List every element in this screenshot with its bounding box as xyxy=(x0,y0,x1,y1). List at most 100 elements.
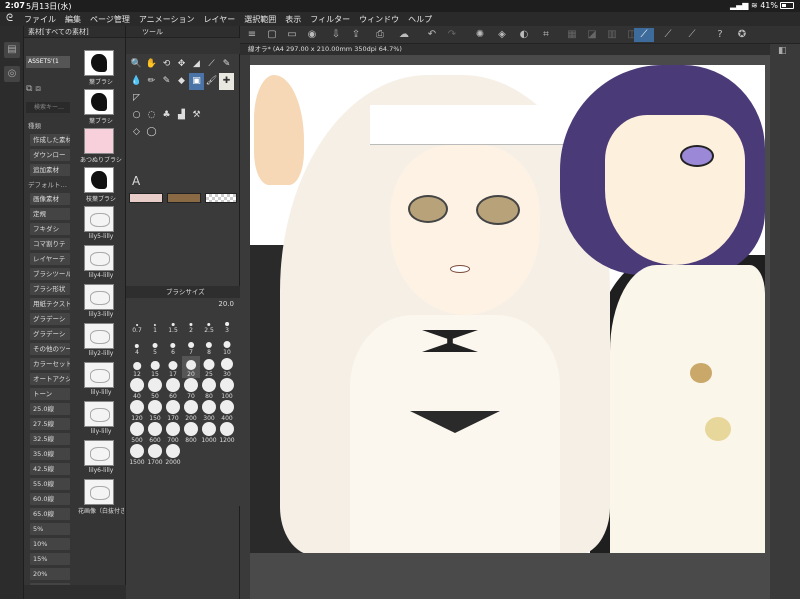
tool-icon[interactable]: ✎ xyxy=(159,73,174,90)
brush-size-option[interactable]: 6 xyxy=(164,334,182,356)
print-icon[interactable]: ⎙ xyxy=(372,28,388,42)
brush-size-option[interactable]: 1000 xyxy=(200,422,218,444)
settings-icon[interactable]: ✺ xyxy=(472,28,488,42)
app-logo-icon[interactable]: ᘓ xyxy=(6,13,13,24)
stabilizer-icon[interactable]: ⟋ xyxy=(634,28,654,42)
brush-size-option[interactable]: 1.5 xyxy=(164,312,182,334)
brush-size-option[interactable]: 600 xyxy=(146,422,164,444)
tool-icon[interactable]: 💧 xyxy=(129,73,144,90)
assets-button[interactable]: ASSETS'(1 xyxy=(26,56,70,68)
canvas-area[interactable]: 線オラ* (A4 297.00 x 210.00mm 350dpi 64.7%) xyxy=(240,44,770,599)
brush-size-option[interactable]: 0.7 xyxy=(128,312,146,334)
brush-size-option[interactable]: 4 xyxy=(128,334,146,356)
tool-icon[interactable] xyxy=(219,107,234,124)
brush-size-option[interactable]: 1200 xyxy=(218,422,236,444)
tool-icon[interactable]: ○ xyxy=(129,107,144,124)
transform-icon[interactable]: ◈ xyxy=(494,28,510,42)
material-list-item[interactable]: 画像素材 xyxy=(30,193,70,205)
sub-color-swatch[interactable] xyxy=(167,193,201,203)
material-thumbnail[interactable]: lily6-lilly xyxy=(78,438,124,477)
material-list-item[interactable]: 追加素材 xyxy=(30,164,70,176)
brush-size-option[interactable]: 1 xyxy=(146,312,164,334)
tool-icon[interactable]: ✏ xyxy=(144,73,159,90)
grid2-icon[interactable]: ◪ xyxy=(584,28,600,42)
brush-size-option[interactable]: 200 xyxy=(182,400,200,422)
material-list-item[interactable]: 25.0線 xyxy=(30,403,70,415)
material-search-input[interactable]: 検索キー… xyxy=(26,102,70,113)
tool-icon[interactable]: ◢ xyxy=(189,56,204,73)
material-list-item[interactable]: カラーセット xyxy=(30,358,70,370)
brush-size-option[interactable]: 30 xyxy=(218,356,236,378)
menu-item-8[interactable]: ウィンドウ xyxy=(359,14,399,25)
brush-size-option[interactable]: 80 xyxy=(200,378,218,400)
material-list-header[interactable]: デフォルト… xyxy=(26,179,72,191)
text-tool-icon[interactable]: A xyxy=(132,174,140,188)
tool-icon[interactable]: ◌ xyxy=(144,107,159,124)
brush-size-option[interactable]: 3 xyxy=(218,312,236,334)
menu-item-3[interactable]: アニメーション xyxy=(139,14,195,25)
undo-icon[interactable]: ↶ xyxy=(424,28,440,42)
brush-size-option[interactable]: 1700 xyxy=(146,444,164,466)
menu-item-5[interactable]: 選択範囲 xyxy=(244,14,276,25)
brush-size-option[interactable]: 800 xyxy=(182,422,200,444)
panel-toggle-icon[interactable]: ▤ xyxy=(4,42,20,58)
material-list-item[interactable]: 10% xyxy=(30,538,70,550)
tool-icon[interactable] xyxy=(189,90,204,107)
menu-icon[interactable]: ≡ xyxy=(244,28,260,42)
tool-icon[interactable]: ◇ xyxy=(129,124,144,141)
brush-size-option[interactable]: 50 xyxy=(146,378,164,400)
menu-item-7[interactable]: フィルター xyxy=(310,14,350,25)
brush-size-option[interactable]: 8 xyxy=(200,334,218,356)
brush-size-option[interactable]: 7 xyxy=(182,334,200,356)
material-thumbnail[interactable]: lily4-lilly xyxy=(78,243,124,282)
material-list-item[interactable]: オートアクシ xyxy=(30,373,70,385)
material-list-item[interactable]: 5% xyxy=(30,523,70,535)
menu-item-6[interactable]: 表示 xyxy=(285,14,301,25)
fill-icon[interactable]: ◐ xyxy=(516,28,532,42)
brush-size-option[interactable]: 500 xyxy=(128,422,146,444)
open-icon[interactable]: ▭ xyxy=(284,28,300,42)
brush-size-option[interactable]: 70 xyxy=(182,378,200,400)
menu-item-2[interactable]: ページ管理 xyxy=(90,14,130,25)
grid-off-icon[interactable]: ▦ xyxy=(564,28,580,42)
material-list-item[interactable]: トーン xyxy=(30,388,70,400)
material-list-item[interactable]: 定規 xyxy=(30,208,70,220)
brush-size-option[interactable]: 10 xyxy=(218,334,236,356)
brush-size-option[interactable]: 300 xyxy=(200,400,218,422)
document-tab[interactable]: 線オラ* (A4 297.00 x 210.00mm 350dpi 64.7%) xyxy=(240,44,770,55)
material-thumbnail[interactable]: 花画像（白抜付き） xyxy=(78,477,124,516)
tool-icon[interactable] xyxy=(144,90,159,107)
tool-icon[interactable] xyxy=(219,90,234,107)
tool-icon[interactable]: ✥ xyxy=(174,56,189,73)
brush-size-option[interactable]: 2000 xyxy=(164,444,182,466)
tool-icon[interactable]: ✎ xyxy=(219,56,234,73)
tool-icon[interactable]: ◸ xyxy=(129,90,144,107)
material-toolbar-icons[interactable]: ⧉ ⧈ xyxy=(26,84,70,96)
tool-icon[interactable]: ▣ xyxy=(189,73,204,90)
brush-size-option[interactable]: 60 xyxy=(164,378,182,400)
brush-size-option[interactable]: 700 xyxy=(164,422,182,444)
brush-size-option[interactable]: 5 xyxy=(146,334,164,356)
help-icon[interactable]: ? xyxy=(712,28,728,42)
material-list-item[interactable]: レイヤーテ xyxy=(30,253,70,265)
material-list-item[interactable]: 42.5線 xyxy=(30,463,70,475)
material-list-item[interactable]: 55.0線 xyxy=(30,478,70,490)
material-list-item[interactable]: グラデーシ xyxy=(30,328,70,340)
material-list-item[interactable]: 65.0線 xyxy=(30,508,70,520)
menu-item-0[interactable]: ファイル xyxy=(24,14,56,25)
cloud-icon[interactable]: ☁ xyxy=(396,28,412,42)
material-list-item[interactable]: ブラシツール xyxy=(30,268,70,280)
brush-size-option[interactable]: 2.5 xyxy=(200,312,218,334)
ruler-icon[interactable]: ⟋ xyxy=(658,28,678,42)
tool-icon[interactable]: ◆ xyxy=(174,73,189,90)
brush-size-option[interactable]: 17 xyxy=(164,356,182,378)
tool-icon[interactable]: 🖌 xyxy=(204,73,219,90)
material-thumbnail[interactable]: lily5-lilly xyxy=(78,204,124,243)
tool-icon[interactable]: ▟ xyxy=(174,107,189,124)
tool-icon[interactable]: ⟲ xyxy=(159,56,174,73)
material-list-item[interactable]: 20% xyxy=(30,568,70,580)
material-thumbnail[interactable]: lily2-lilly xyxy=(78,321,124,360)
tool-icon[interactable]: 🔍 xyxy=(129,56,144,73)
import-icon[interactable]: ⇩ xyxy=(328,28,344,42)
save-icon[interactable]: ◉ xyxy=(304,28,320,42)
